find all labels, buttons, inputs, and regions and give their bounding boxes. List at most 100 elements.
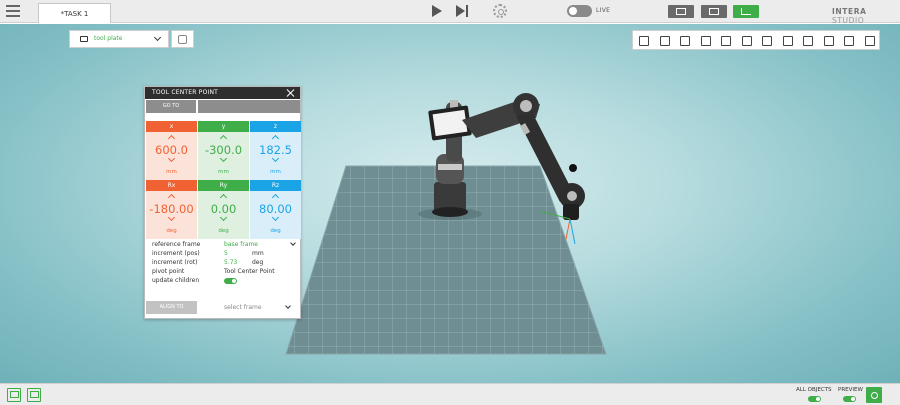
frame-select-value: tool plate (94, 35, 123, 42)
live-label: LIVE (596, 7, 611, 14)
update-children-toggle[interactable] (224, 278, 237, 284)
coord-unit: deg (166, 228, 177, 234)
all-objects-label: ALL OBJECTS (796, 387, 832, 393)
goto-row: GO TO (145, 100, 300, 114)
hide-icon[interactable] (654, 31, 675, 49)
prop-label: update children (152, 277, 200, 284)
play-icon[interactable] (432, 5, 442, 17)
tcp-panel-header: TOOL CENTER POINT (145, 87, 300, 99)
coord-label: Ry (198, 180, 249, 191)
reference-frame-row[interactable]: reference frame base frame (152, 240, 297, 250)
coord-rz: Rz 80.00 deg (250, 180, 301, 239)
reference-frame-value[interactable]: base frame (224, 241, 258, 248)
target-icon[interactable] (736, 31, 757, 49)
chevron-up-icon[interactable] (271, 193, 279, 202)
robot-base (434, 182, 466, 212)
preview-toggle[interactable] (843, 396, 856, 402)
tcp-panel-title: TOOL CENTER POINT (152, 89, 219, 96)
coord-label: x (146, 121, 197, 132)
chevron-down-icon[interactable] (271, 213, 279, 222)
frame-settings-button[interactable] (171, 30, 194, 48)
view-single-button[interactable] (668, 5, 694, 18)
coord-unit: deg (218, 228, 229, 234)
floor-grid (285, 165, 607, 355)
camera-icon[interactable] (695, 31, 716, 49)
coord-grid: x 600.0 mm y -300.0 mm z 182.5 mm Rx -18… (146, 121, 301, 239)
chart-icon[interactable] (838, 31, 859, 49)
coord-label: Rz (250, 180, 301, 191)
chevron-down-icon[interactable] (167, 154, 175, 163)
close-icon[interactable] (286, 88, 295, 97)
coord-y: y -300.0 mm (198, 121, 249, 180)
hamburger-menu-icon[interactable] (6, 5, 20, 18)
split-view-icon (709, 8, 719, 15)
tcp-properties: reference frame base frame increment (po… (152, 240, 297, 286)
update-children-row: update children (152, 277, 297, 286)
axis-icon (741, 8, 751, 15)
increment-rot-input[interactable]: 5.73 (224, 259, 237, 266)
coord-label: z (250, 121, 301, 132)
tab-task-1[interactable]: *TASK 1 (38, 3, 111, 23)
prop-unit: mm (252, 250, 264, 257)
goto-button[interactable]: GO TO (146, 100, 196, 113)
increment-pos-input[interactable]: 5 (224, 250, 228, 257)
step-forward-icon[interactable] (456, 5, 470, 17)
scene (285, 93, 607, 355)
chevron-down-icon[interactable] (271, 154, 279, 163)
tool-plate-icon (80, 36, 88, 42)
layout-icon[interactable] (27, 388, 41, 402)
bottom-bar: ALL OBJECTS PREVIEW (0, 383, 900, 405)
coord-unit: mm (270, 169, 281, 175)
coord-unit: mm (218, 169, 229, 175)
pivot-point-row: pivot point Tool Center Point (152, 268, 297, 277)
center-view-button[interactable] (866, 387, 882, 403)
chevron-down-icon[interactable] (290, 240, 296, 246)
module-icon[interactable] (715, 31, 736, 49)
chevron-down-icon[interactable] (285, 303, 291, 309)
chevron-down-icon[interactable] (219, 213, 227, 222)
align-row: ALIGN TO select frame (146, 301, 300, 315)
settings-gear-icon[interactable] (493, 4, 507, 18)
robot-tablet (428, 105, 472, 141)
pivot-point-value[interactable]: Tool Center Point (224, 268, 275, 275)
monitor-icon[interactable] (7, 388, 21, 402)
window-icon (676, 8, 686, 15)
prop-label: increment (rot) (152, 259, 198, 266)
select-frame-dropdown[interactable]: select frame (224, 304, 262, 311)
coord-ry: Ry 0.00 deg (198, 180, 249, 239)
frame-select-dropdown[interactable]: tool plate (69, 30, 169, 48)
document-icon[interactable] (818, 31, 839, 49)
top-bar: *TASK 1 LIVE INTERA STUDIO (0, 0, 900, 25)
prop-label: pivot point (152, 268, 185, 275)
3d-viewport[interactable] (0, 24, 900, 383)
coord-x: x 600.0 mm (146, 121, 197, 180)
chevron-up-icon[interactable] (219, 193, 227, 202)
export-icon[interactable] (859, 31, 880, 49)
chevron-up-icon[interactable] (219, 134, 227, 143)
chevron-down-icon[interactable] (167, 213, 175, 222)
view-split-button[interactable] (701, 5, 727, 18)
variable-icon[interactable] (777, 31, 798, 49)
align-to-button[interactable]: ALIGN TO (146, 301, 197, 314)
chevron-down-icon[interactable] (219, 154, 227, 163)
live-toggle[interactable] (567, 5, 592, 17)
frame-axis-icon[interactable] (674, 31, 695, 49)
brand-logo: INTERA STUDIO (832, 7, 900, 25)
coord-label: Rx (146, 180, 197, 191)
prop-unit: deg (252, 259, 264, 266)
tree-icon[interactable] (797, 31, 818, 49)
chevron-up-icon[interactable] (167, 134, 175, 143)
goto-target-field[interactable] (198, 100, 300, 113)
chevron-up-icon[interactable] (167, 193, 175, 202)
list-icon[interactable] (756, 31, 777, 49)
all-objects-toggle[interactable] (808, 396, 821, 402)
view-3d-button[interactable] (733, 5, 759, 18)
coord-unit: mm (166, 169, 177, 175)
brand-main: INTERA (832, 7, 867, 16)
select-box-icon[interactable] (633, 31, 654, 49)
prop-label: reference frame (152, 241, 201, 248)
chevron-up-icon[interactable] (271, 134, 279, 143)
coord-unit: deg (270, 228, 281, 234)
tcp-panel: TOOL CENTER POINT GO TO x 600.0 mm y -30… (144, 86, 301, 319)
coord-z: z 182.5 mm (250, 121, 301, 180)
